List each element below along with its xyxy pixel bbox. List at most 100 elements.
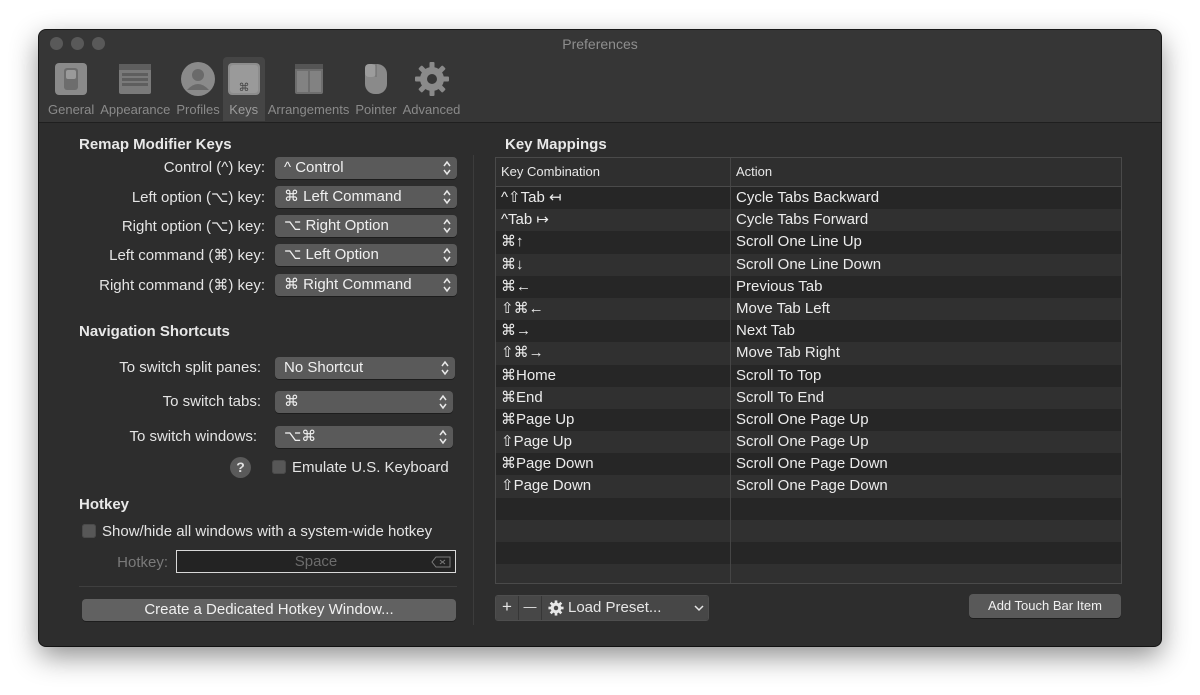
switch-windows-value: ⌥⌘ [284, 428, 317, 445]
load-preset-label: Load Preset... [568, 599, 662, 616]
tab-profiles[interactable]: Profiles [173, 57, 222, 121]
action-cell: Next Tab [736, 322, 795, 340]
table-row[interactable]: ⇧Page Up Scroll One Page Up [496, 431, 1121, 454]
tab-profiles-label: Profiles [176, 102, 220, 117]
tab-arrangements-label: Arrangements [267, 102, 350, 117]
key-combination-cell: ^⇧Tab ↤ [496, 187, 731, 210]
tab-arrangements[interactable]: Arrangements [265, 57, 353, 121]
chevron-down-icon [694, 605, 704, 612]
column-header-action[interactable]: Action [731, 158, 1121, 186]
table-row[interactable]: ⌘Page Up Scroll One Page Up [496, 408, 1121, 432]
key-combination-cell: ⌘Page Up [496, 408, 731, 432]
key-combination-cell: ⌘→ [496, 320, 731, 343]
hotkey-field-value: Space [294, 553, 338, 570]
window-icon [117, 60, 153, 98]
window-title: Preferences [562, 36, 638, 52]
switch-tabs-popup[interactable]: ⌘ [275, 391, 453, 413]
navigation-shortcuts-heading: Navigation Shortcuts [79, 323, 230, 340]
tab-pointer[interactable]: Pointer [352, 57, 399, 121]
key-combination-cell: ⇧⌘→ [496, 342, 731, 365]
left-option-key-label: Left option (⌥) key: [131, 189, 265, 206]
chevron-updown-icon [443, 218, 451, 234]
tab-pointer-label: Pointer [355, 102, 397, 117]
table-row[interactable]: ⌘End Scroll To End [496, 386, 1121, 409]
table-row[interactable]: ⌘↓ Scroll One Line Down [496, 253, 1121, 276]
right-command-key-popup[interactable]: ⌘ Right Command [275, 274, 457, 296]
action-cell: Move Tab Left [736, 299, 830, 317]
load-preset-popup[interactable]: Load Preset... [542, 596, 708, 620]
table-row[interactable]: ⌘→ Next Tab [496, 320, 1121, 343]
remove-mapping-button[interactable]: — [519, 596, 542, 620]
switch-split-panes-popup[interactable]: No Shortcut [275, 357, 455, 379]
right-command-key-label: Right command (⌘) key: [99, 277, 265, 294]
left-command-key-popup[interactable]: ⌥ Left Option [275, 244, 457, 266]
divider [79, 586, 457, 587]
remap-modifier-keys-heading: Remap Modifier Keys [79, 136, 232, 153]
vertical-divider [473, 155, 474, 625]
svg-text:⌘: ⌘ [238, 81, 249, 94]
key-mappings-heading: Key Mappings [505, 136, 607, 153]
action-cell: Move Tab Right [736, 344, 840, 362]
empty-cell [731, 542, 1121, 564]
action-cell: Scroll To Top [736, 366, 822, 384]
table-row[interactable]: ⌘Home Scroll To Top [496, 364, 1121, 387]
emulate-us-keyboard-checkbox[interactable] [272, 460, 286, 474]
preferences-window: Preferences General Appearance Profiles [39, 30, 1161, 646]
key-mappings-table[interactable]: Key Combination Action ^⇧Tab ↤ Cycle Tabs… [495, 157, 1122, 584]
table-row[interactable]: ⇧⌘→ Move Tab Right [496, 342, 1121, 365]
action-cell: Scroll To End [736, 388, 825, 406]
right-option-key-value: ⌥ Right Option [284, 217, 389, 234]
left-option-key-popup[interactable]: ⌘ Left Command [275, 186, 457, 208]
preferences-toolbar: General Appearance Profiles ⌘ Keys Arran… [45, 57, 463, 121]
control-key-popup[interactable]: ^ Control [275, 157, 457, 179]
tab-keys[interactable]: ⌘ Keys [222, 57, 265, 121]
create-dedicated-hotkey-window-button[interactable]: Create a Dedicated Hotkey Window... [82, 599, 456, 621]
empty-table-row [496, 564, 1121, 583]
tab-appearance[interactable]: Appearance [97, 57, 173, 121]
tab-general[interactable]: General [45, 57, 97, 121]
table-row[interactable]: ^⇧Tab ↤ Cycle Tabs Backward [496, 187, 1121, 210]
hotkey-field-label: Hotkey: [117, 554, 168, 571]
table-row[interactable]: ⇧Page Down Scroll One Page Down [496, 475, 1121, 498]
right-command-key-value: ⌘ Right Command [284, 276, 412, 293]
hotkey-heading: Hotkey [79, 496, 130, 513]
action-cell: Scroll One Page Down [736, 455, 888, 473]
add-mapping-button[interactable]: + [496, 596, 519, 620]
table-row[interactable]: ^Tab ↦ Cycle Tabs Forward [496, 209, 1121, 232]
stacked-windows-icon [291, 60, 327, 98]
switch-windows-popup[interactable]: ⌥⌘ [275, 426, 453, 448]
switch-icon [53, 60, 89, 98]
delete-backward-icon[interactable] [431, 556, 451, 568]
chevron-updown-icon [439, 429, 447, 445]
key-combination-cell: ⇧Page Down [496, 475, 731, 498]
table-row[interactable]: ⌘↑ Scroll One Line Up [496, 231, 1121, 254]
tab-keys-label: Keys [229, 102, 259, 117]
key-combination-cell: ⌘Page Down [496, 453, 731, 476]
add-touch-bar-item-button[interactable]: Add Touch Bar Item [969, 594, 1121, 618]
column-header-key-combination[interactable]: Key Combination [496, 158, 731, 186]
show-hide-hotkey-label: Show/hide all windows with a system-wide… [102, 523, 433, 540]
empty-cell [731, 520, 1121, 542]
action-cell: Scroll One Line Down [736, 255, 882, 273]
help-button[interactable]: ? [230, 457, 251, 478]
gear-icon [548, 600, 564, 616]
table-row[interactable]: ⌘← Previous Tab [496, 275, 1121, 298]
right-option-key-popup[interactable]: ⌥ Right Option [275, 215, 457, 237]
left-command-key-value: ⌥ Left Option [284, 246, 379, 263]
hotkey-field[interactable]: Space [176, 550, 456, 573]
chevron-updown-icon [441, 360, 449, 376]
tab-advanced[interactable]: Advanced [400, 57, 464, 121]
titlebar: Preferences General Appearance Profiles [39, 30, 1161, 123]
empty-cell [496, 519, 731, 542]
switch-tabs-label: To switch tabs: [162, 393, 261, 410]
left-option-key-value: ⌘ Left Command [284, 188, 402, 205]
action-cell: Cycle Tabs Backward [736, 189, 880, 206]
person-icon [180, 60, 216, 98]
table-row[interactable]: ⌘Page Down Scroll One Page Down [496, 453, 1121, 476]
table-row[interactable]: ⇧⌘← Move Tab Left [496, 297, 1121, 321]
key-combination-cell: ^Tab ↦ [496, 209, 731, 232]
show-hide-hotkey-checkbox[interactable] [82, 524, 96, 538]
key-combination-cell: ⇧Page Up [496, 431, 731, 454]
action-cell: Previous Tab [736, 277, 823, 295]
key-combination-cell: ⌘End [496, 386, 731, 409]
